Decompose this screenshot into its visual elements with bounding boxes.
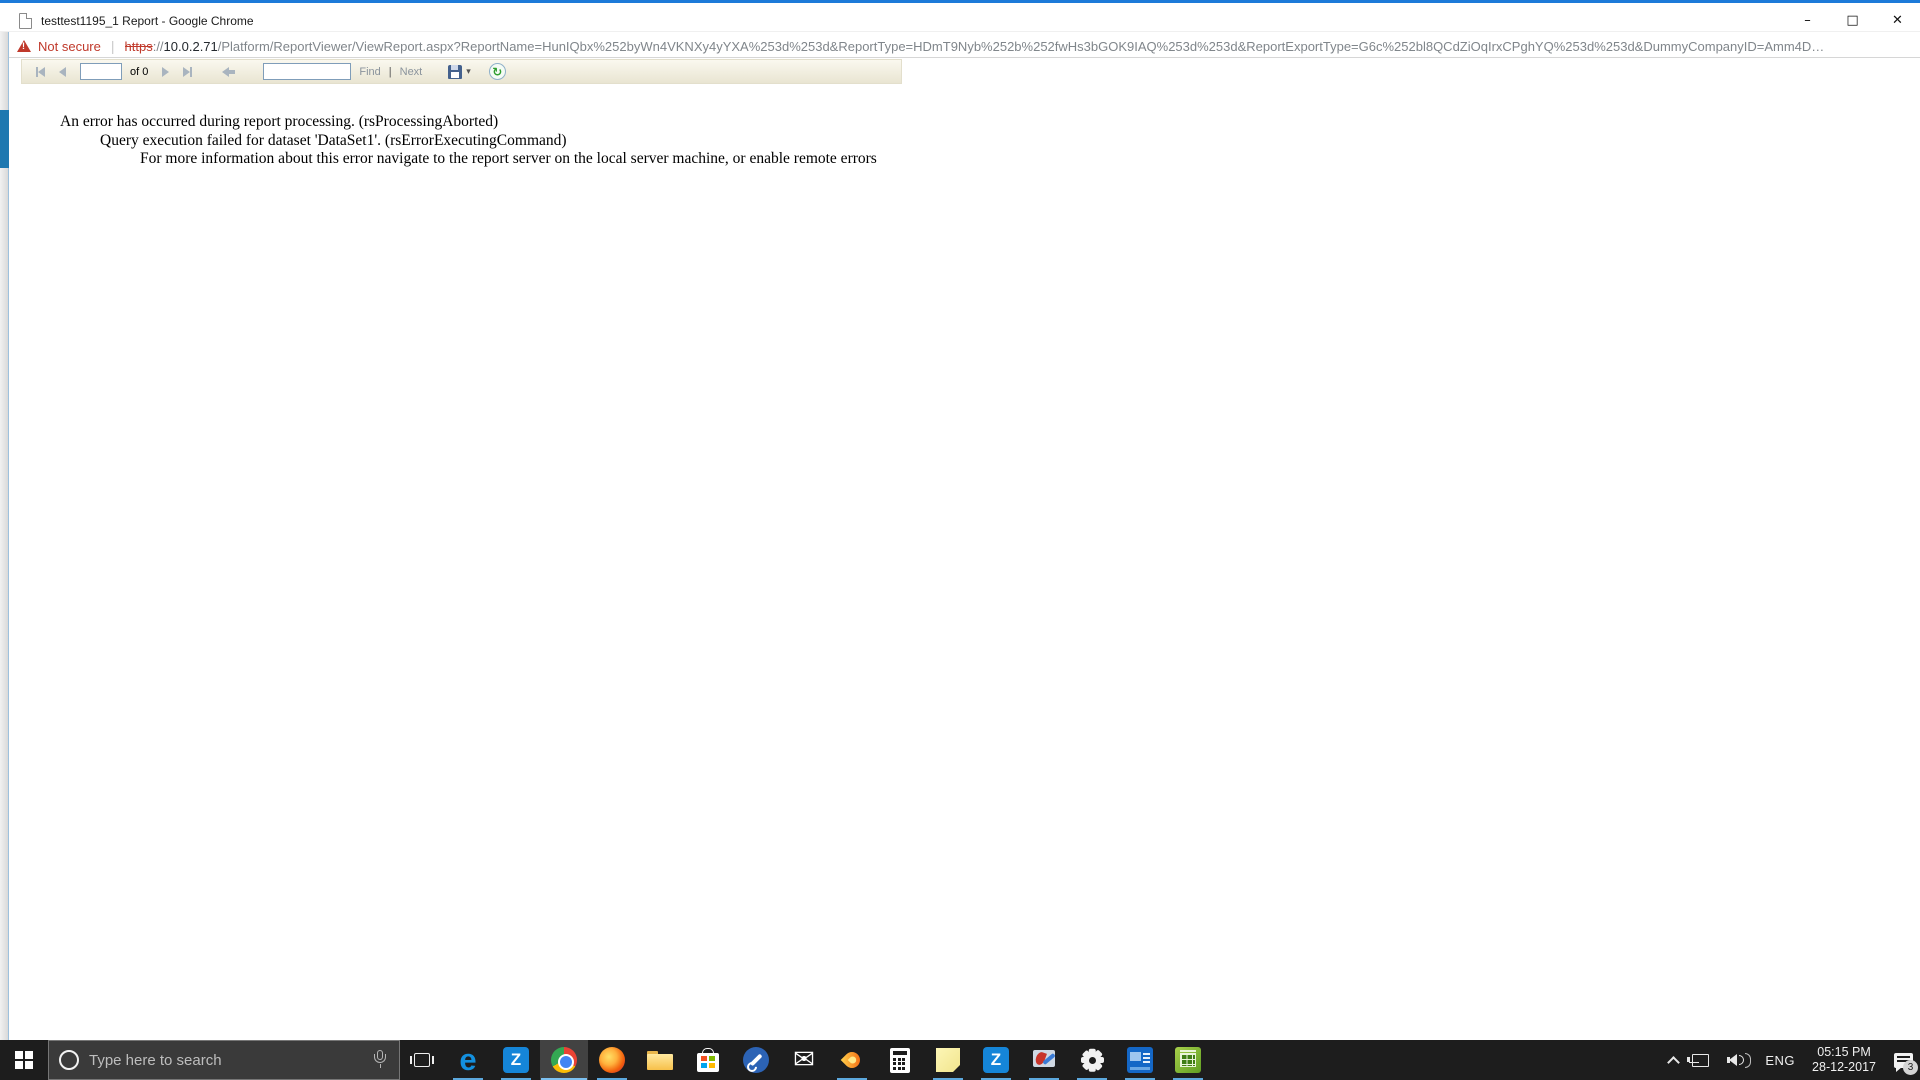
taskbar-app-firefox[interactable]	[588, 1040, 636, 1080]
export-caret-icon: ▾	[466, 67, 471, 77]
not-secure-label[interactable]: Not secure	[38, 39, 101, 54]
first-page-button[interactable]	[36, 67, 45, 77]
taskbar-app-sticky-notes[interactable]	[924, 1040, 972, 1080]
cortana-icon	[59, 1050, 79, 1070]
last-page-icon	[183, 67, 190, 77]
next-page-icon	[162, 67, 169, 77]
zoho-z-icon: Z	[983, 1047, 1009, 1073]
chrome-icon	[551, 1047, 577, 1073]
taskbar-app-edge[interactable]: e	[444, 1040, 492, 1080]
report-viewer-toolbar: of 0 Find | Next ▾ ↻	[21, 59, 902, 84]
last-page-button[interactable]	[183, 67, 192, 77]
calculator-icon	[890, 1048, 910, 1073]
url-host: 10.0.2.71	[164, 39, 218, 54]
window-titlebar[interactable]: testtest1195_1 Report - Google Chrome – …	[0, 0, 1920, 32]
clock-time: 05:15 PM	[1812, 1045, 1876, 1060]
action-center-button[interactable]: 3	[1886, 1040, 1920, 1080]
taskbar-app-settings[interactable]	[1068, 1040, 1116, 1080]
taskbar-app-store[interactable]	[684, 1040, 732, 1080]
hidden-icons-button[interactable]	[1662, 1040, 1685, 1080]
url-path: /Platform/ReportViewer/ViewReport.aspx?R…	[218, 39, 1825, 54]
taskbar-app-tool[interactable]	[732, 1040, 780, 1080]
find-button[interactable]: Find	[359, 66, 380, 78]
task-view-icon	[414, 1053, 430, 1067]
volume-control[interactable]	[1716, 1040, 1758, 1080]
minimize-button[interactable]: –	[1785, 6, 1830, 35]
url-scheme: https	[125, 39, 153, 54]
mail-icon: ✉	[793, 1047, 815, 1073]
task-view-button[interactable]	[400, 1040, 444, 1080]
prev-page-button[interactable]	[59, 67, 66, 77]
edge-icon: e	[459, 1046, 476, 1074]
search-placeholder: Type here to search	[89, 1052, 222, 1069]
taskbar-app-zoho-2[interactable]: Z	[972, 1040, 1020, 1080]
flame-icon	[841, 1049, 864, 1072]
microphone-icon[interactable]	[373, 1050, 387, 1070]
export-save-icon	[448, 65, 462, 79]
taskbar-app-blue-window[interactable]	[1116, 1040, 1164, 1080]
address-bar[interactable]: Not secure | https://10.0.2.71/Platform/…	[9, 35, 1920, 58]
zoho-z-icon: Z	[503, 1047, 529, 1073]
url-text[interactable]: https://10.0.2.71/Platform/ReportViewer/…	[125, 39, 1825, 54]
chevron-up-icon	[1668, 1056, 1681, 1069]
maximize-button[interactable]: □	[1830, 6, 1875, 35]
prev-page-icon	[59, 67, 66, 77]
sticky-notes-icon	[936, 1048, 960, 1072]
gear-icon	[1080, 1048, 1104, 1072]
windows-logo-icon	[15, 1051, 33, 1069]
volume-icon	[1723, 1053, 1751, 1068]
export-button[interactable]: ▾	[448, 65, 471, 79]
network-icon	[1692, 1054, 1709, 1067]
error-line: An error has occurred during report proc…	[60, 113, 877, 132]
file-explorer-icon	[647, 1051, 673, 1070]
taskbar-app-flame[interactable]	[828, 1040, 876, 1080]
page-count-label: of 0	[130, 66, 148, 78]
first-page-icon	[38, 67, 45, 77]
address-separator: |	[111, 38, 115, 54]
back-to-parent-icon	[222, 67, 229, 77]
clock-date: 28-12-2017	[1812, 1060, 1876, 1075]
admin-tool-icon	[1031, 1047, 1057, 1073]
taskbar-app-mail[interactable]: ✉	[780, 1040, 828, 1080]
refresh-button[interactable]: ↻	[489, 63, 506, 80]
taskbar-app-chrome[interactable]	[540, 1040, 588, 1080]
taskbar-app-zoho[interactable]: Z	[492, 1040, 540, 1080]
taskbar-app-admin-tool[interactable]	[1020, 1040, 1068, 1080]
green-grid-app-icon	[1175, 1047, 1201, 1073]
language-indicator[interactable]: ENG	[1758, 1040, 1802, 1080]
error-line: For more information about this error na…	[140, 150, 877, 169]
taskbar-app-file-explorer[interactable]	[636, 1040, 684, 1080]
find-text-input[interactable]	[263, 63, 351, 80]
firefox-icon	[599, 1047, 625, 1073]
wrench-circle-icon	[743, 1047, 769, 1073]
find-next-button[interactable]: Next	[400, 66, 423, 78]
not-secure-warning-icon[interactable]	[17, 40, 31, 52]
blue-window-app-icon	[1127, 1047, 1153, 1073]
page-favicon-icon	[19, 13, 32, 29]
network-status[interactable]	[1685, 1040, 1716, 1080]
page-number-input[interactable]	[80, 63, 122, 80]
system-tray: ENG 05:15 PM 28-12-2017 3	[1662, 1040, 1920, 1080]
error-line: Query execution failed for dataset 'Data…	[100, 132, 877, 151]
notification-badge: 3	[1903, 1060, 1918, 1075]
taskbar-app-green-grid[interactable]	[1164, 1040, 1212, 1080]
window-title: testtest1195_1 Report - Google Chrome	[41, 14, 254, 28]
taskbar-search[interactable]: Type here to search	[48, 1040, 400, 1080]
taskbar-app-calculator[interactable]	[876, 1040, 924, 1080]
error-message: An error has occurred during report proc…	[0, 113, 877, 169]
desktop: testtest1195_1 Report - Google Chrome – …	[0, 0, 1920, 1080]
close-button[interactable]: ✕	[1875, 6, 1920, 35]
taskbar: Type here to search e Z ✉	[0, 1040, 1920, 1080]
next-page-button[interactable]	[162, 67, 169, 77]
find-next-separator: |	[389, 66, 392, 78]
taskbar-clock[interactable]: 05:15 PM 28-12-2017	[1802, 1045, 1886, 1075]
back-to-parent-button[interactable]	[222, 67, 235, 77]
url-scheme-sep: ://	[153, 39, 164, 54]
start-button[interactable]	[0, 1040, 48, 1080]
microsoft-store-icon	[697, 1053, 719, 1072]
